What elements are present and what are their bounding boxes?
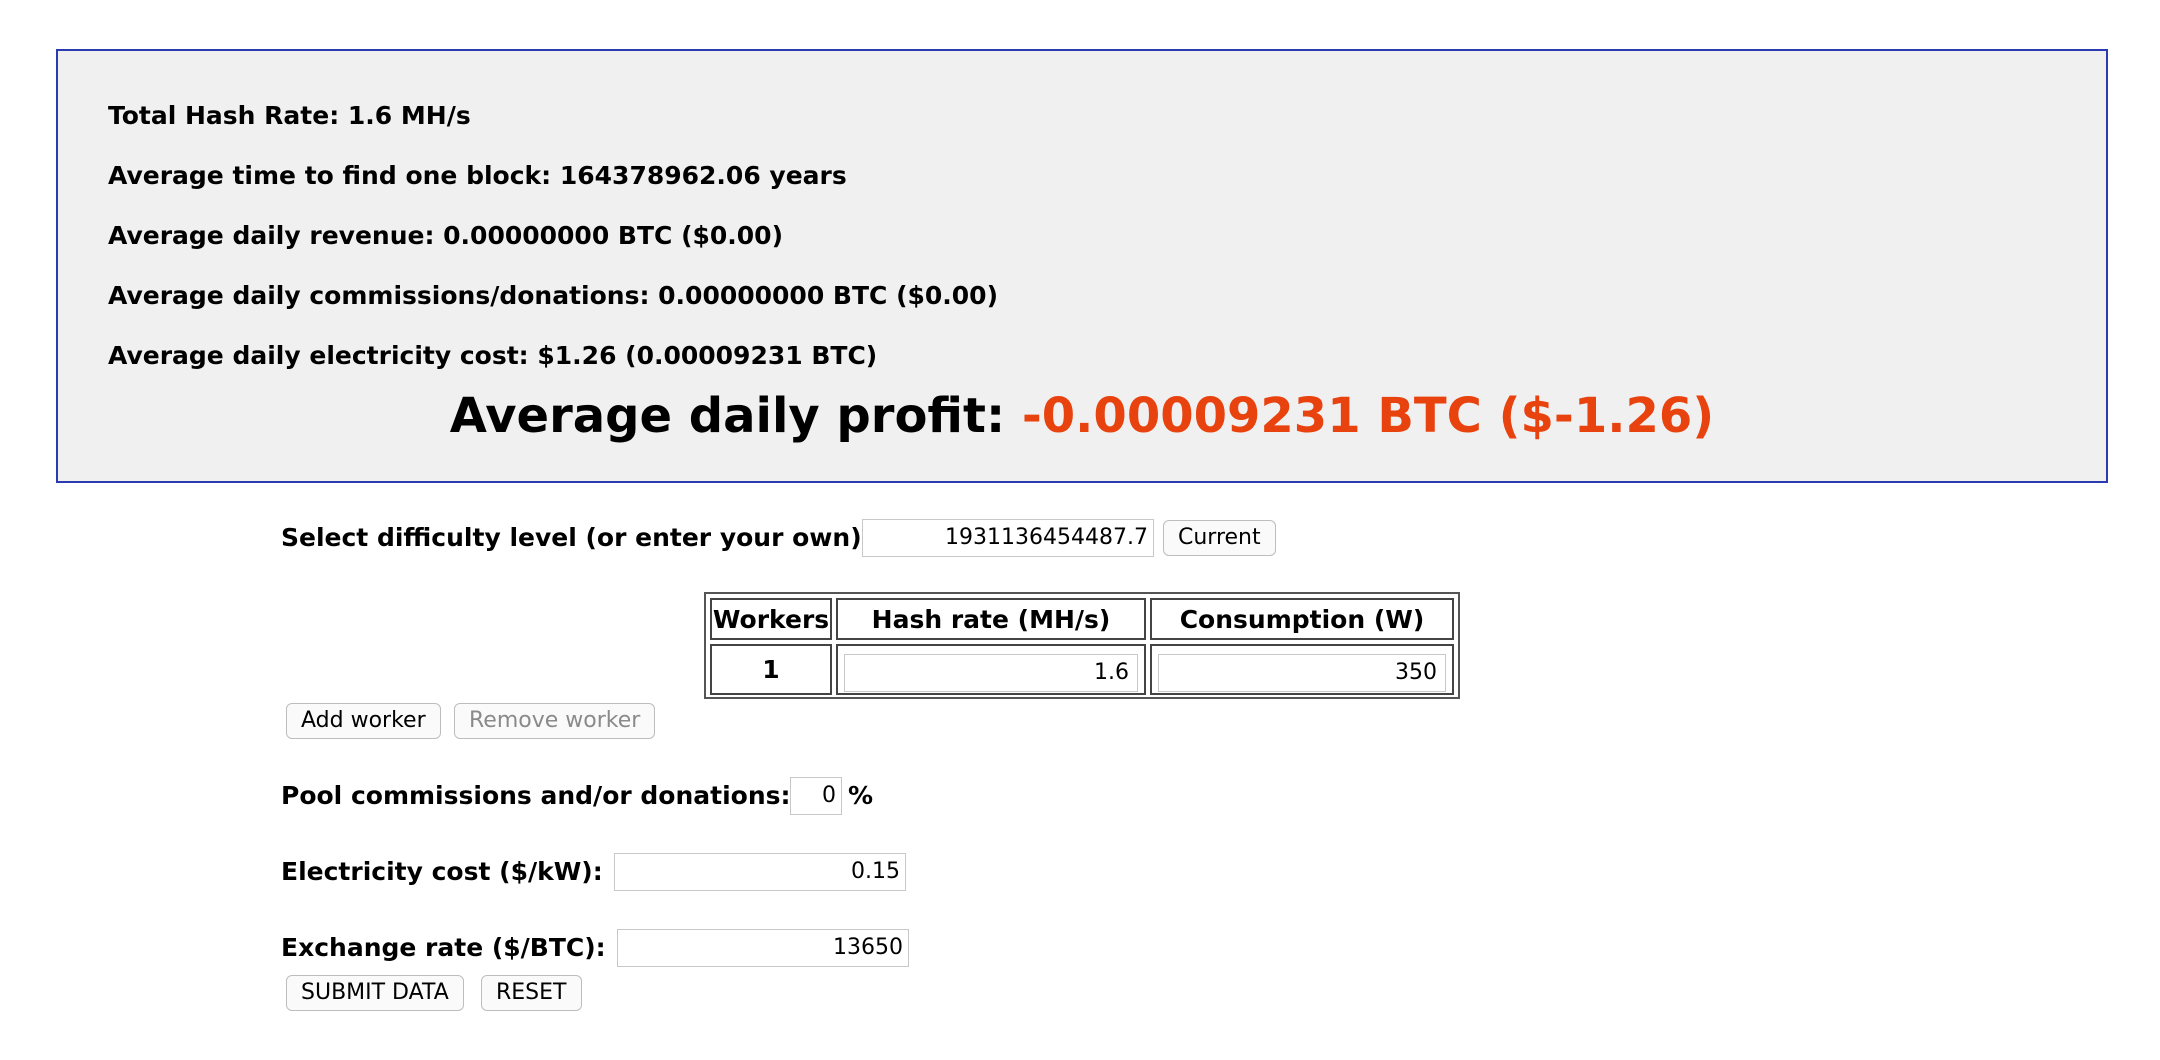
electricity-cost-input[interactable]: 0.15	[614, 853, 906, 891]
avg-daily-profit: Average daily profit: -0.00009231 BTC ($…	[58, 386, 2106, 446]
header-hash-rate: Hash rate (MH/s)	[836, 598, 1146, 640]
add-worker-button[interactable]: Add worker	[286, 703, 441, 739]
header-consumption: Consumption (W)	[1150, 598, 1454, 640]
remove-worker-button[interactable]: Remove worker	[454, 703, 656, 739]
results-panel: Total Hash Rate: 1.6 MH/s Average time t…	[56, 49, 2108, 483]
consumption-cell: 350	[1150, 644, 1454, 695]
pool-commissions-label: Pool commissions and/or donations:	[281, 781, 791, 810]
current-difficulty-button[interactable]: Current	[1163, 520, 1276, 556]
consumption-input[interactable]: 350	[1158, 654, 1446, 692]
profit-value: -0.00009231 BTC ($-1.26)	[1021, 388, 1715, 444]
avg-daily-commissions: Average daily commissions/donations: 0.0…	[108, 281, 999, 310]
avg-daily-electricity-cost: Average daily electricity cost: $1.26 (0…	[108, 341, 878, 370]
exchange-rate-label: Exchange rate ($/BTC):	[281, 933, 606, 962]
profit-label: Average daily profit:	[449, 388, 1022, 444]
hash-rate-cell: 1.6	[836, 644, 1146, 695]
submit-data-button[interactable]: SUBMIT DATA	[286, 975, 464, 1011]
hash-rate-input[interactable]: 1.6	[844, 654, 1138, 692]
avg-time-to-block: Average time to find one block: 16437896…	[108, 161, 847, 190]
difficulty-input[interactable]: 1931136454487.7	[862, 519, 1154, 557]
worker-number: 1	[710, 644, 832, 695]
avg-daily-revenue: Average daily revenue: 0.00000000 BTC ($…	[108, 221, 783, 250]
difficulty-label: Select difficulty level (or enter your o…	[281, 523, 872, 552]
total-hash-rate: Total Hash Rate: 1.6 MH/s	[108, 101, 471, 130]
workers-table: Workers Hash rate (MH/s) Consumption (W)…	[704, 592, 1460, 699]
reset-button[interactable]: RESET	[481, 975, 582, 1011]
header-workers: Workers	[710, 598, 832, 640]
pool-commissions-input[interactable]: 0	[790, 777, 842, 815]
exchange-rate-input[interactable]: 13650	[617, 929, 909, 967]
percent-sign: %	[848, 781, 874, 810]
electricity-cost-label: Electricity cost ($/kW):	[281, 857, 603, 886]
